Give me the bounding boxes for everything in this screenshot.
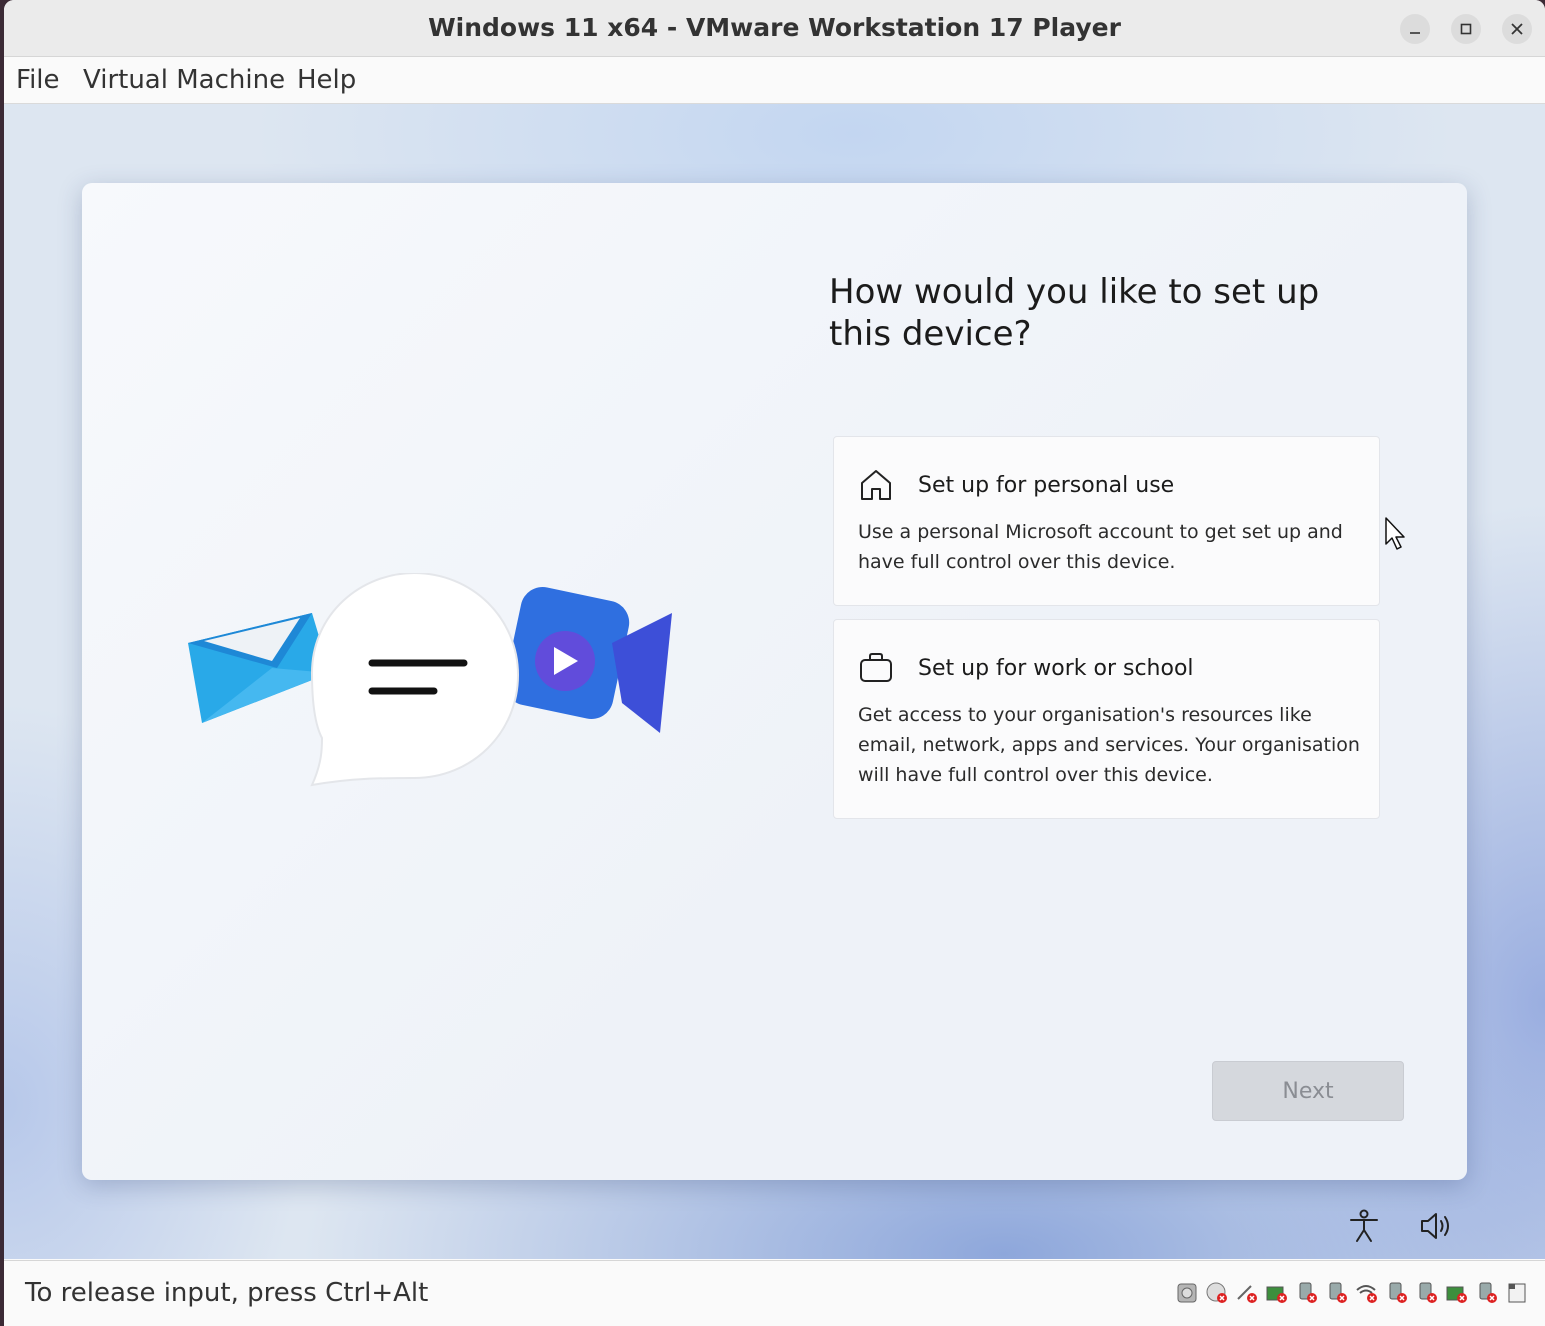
option-personal-use[interactable]: Set up for personal use Use a personal M…	[833, 436, 1380, 606]
maximize-button[interactable]	[1451, 14, 1481, 44]
hard-disk-icon[interactable]	[1175, 1281, 1199, 1305]
menu-virtual-machine[interactable]: Virtual Machine	[83, 65, 285, 95]
wifi-icon[interactable]	[1355, 1281, 1379, 1305]
status-bar: To release input, press Ctrl+Alt	[4, 1260, 1545, 1326]
usb-icon[interactable]	[1295, 1281, 1319, 1305]
menu-file[interactable]: File	[16, 65, 60, 95]
network-adapter-icon[interactable]	[1265, 1281, 1289, 1305]
vmware-player-window: Windows 11 x64 - VMware Workstation 17 P…	[4, 0, 1545, 1326]
menu-bar: File Virtual Machine Help	[4, 57, 1545, 104]
video-icon	[504, 586, 672, 733]
minimize-icon	[1410, 32, 1420, 34]
option-description: Get access to your organisation's resour…	[858, 704, 1360, 786]
volume-icon[interactable]	[1416, 1206, 1456, 1246]
device-icons	[1175, 1281, 1529, 1305]
option-title: Set up for work or school	[918, 656, 1194, 681]
vm-display[interactable]: How would you like to set up this device…	[4, 104, 1545, 1259]
minimize-button[interactable]	[1400, 14, 1430, 44]
oobe-card: How would you like to set up this device…	[82, 183, 1467, 1180]
menu-help[interactable]: Help	[297, 65, 356, 95]
release-input-hint: To release input, press Ctrl+Alt	[25, 1278, 429, 1308]
window-title: Windows 11 x64 - VMware Workstation 17 P…	[428, 13, 1121, 42]
usb-icon[interactable]	[1475, 1281, 1499, 1305]
cd-dvd-icon[interactable]	[1205, 1281, 1229, 1305]
option-title: Set up for personal use	[918, 473, 1175, 498]
home-icon	[861, 470, 891, 500]
usb-icon[interactable]	[1385, 1281, 1409, 1305]
apps-illustration	[188, 573, 672, 787]
next-button[interactable]: Next	[1212, 1061, 1404, 1121]
network-icon[interactable]	[1445, 1281, 1469, 1305]
option-description: Use a personal Microsoft account to get …	[858, 521, 1343, 573]
mail-icon	[188, 613, 330, 723]
page-heading: How would you like to set up this device…	[829, 272, 1320, 354]
usb-icon[interactable]	[1325, 1281, 1349, 1305]
briefcase-icon	[860, 653, 892, 682]
chat-bubble-icon	[310, 573, 520, 787]
floppy-icon[interactable]	[1235, 1281, 1259, 1305]
option-work-or-school[interactable]: Set up for work or school Get access to …	[833, 619, 1380, 819]
maximize-icon	[1460, 23, 1472, 35]
title-bar[interactable]: Windows 11 x64 - VMware Workstation 17 P…	[4, 0, 1545, 57]
usb-icon[interactable]	[1415, 1281, 1439, 1305]
message-icon[interactable]	[1505, 1281, 1529, 1305]
accessibility-icon[interactable]	[1344, 1206, 1384, 1246]
close-button[interactable]	[1502, 14, 1532, 44]
close-icon	[1511, 23, 1523, 35]
mouse-cursor-icon	[1385, 517, 1405, 550]
